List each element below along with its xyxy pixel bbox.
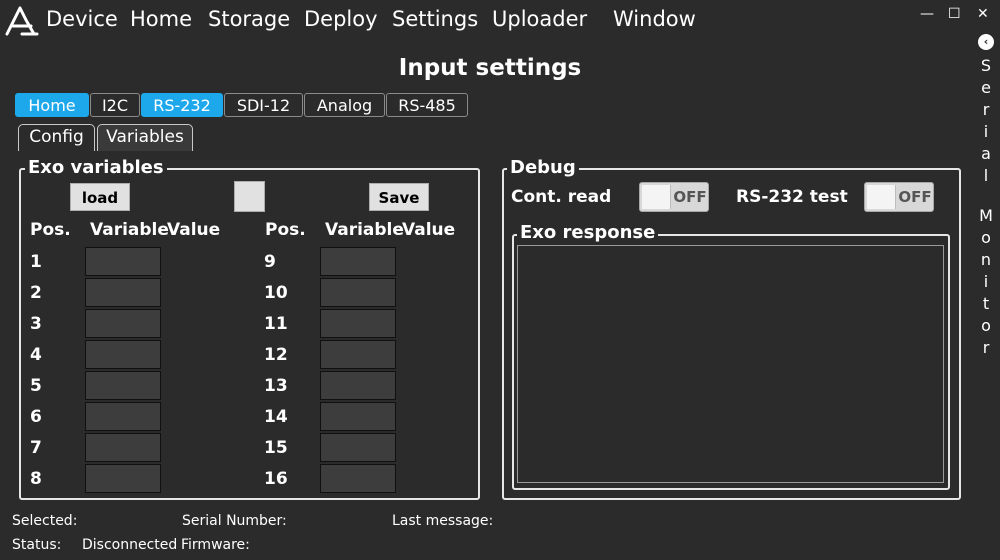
menu-storage[interactable]: Storage: [208, 7, 290, 31]
serial-monitor-letter: i: [983, 272, 989, 291]
menu-settings[interactable]: Settings: [392, 7, 478, 31]
position-number: 11: [264, 314, 288, 334]
serial-monitor-letter: r: [982, 338, 990, 357]
serial-monitor-letter: a: [981, 144, 991, 163]
cont-read-toggle[interactable]: OFF: [639, 182, 709, 212]
toggle-knob: [867, 185, 896, 209]
col-pos-header: Pos.: [265, 220, 306, 240]
status-value: Disconnected: [82, 537, 178, 553]
rs232-test-toggle[interactable]: OFF: [864, 182, 934, 212]
col-variable-header: Variable: [90, 220, 169, 240]
save-button[interactable]: Save: [369, 183, 429, 211]
toggle-knob: [642, 185, 671, 209]
variable-field[interactable]: [320, 371, 396, 400]
exo-response-output[interactable]: [517, 245, 944, 483]
tab-home[interactable]: Home: [15, 93, 89, 117]
tab-rs485[interactable]: RS-485: [386, 93, 468, 117]
cont-read-label: Cont. read: [511, 187, 612, 207]
serial-monitor-letter: i: [983, 122, 989, 141]
selected-label: Selected:: [12, 513, 78, 529]
serial-monitor-letter: M: [979, 206, 993, 225]
tab-i2c[interactable]: I2C: [90, 93, 140, 117]
last-message-label: Last message:: [392, 513, 494, 529]
exo-variables-title: Exo variables: [25, 157, 167, 178]
position-number: 12: [264, 345, 288, 365]
position-number: 14: [264, 407, 288, 427]
variable-field[interactable]: [320, 247, 396, 276]
position-number: 16: [264, 469, 288, 489]
variable-field[interactable]: [320, 278, 396, 307]
variable-field[interactable]: [85, 433, 161, 462]
col-value-header: Value: [167, 220, 221, 240]
position-number: 13: [264, 376, 288, 396]
tab-analog[interactable]: Analog: [304, 93, 385, 117]
chevron-left-icon[interactable]: ‹: [978, 34, 994, 50]
serial-monitor-letter: o: [981, 228, 991, 247]
variable-field[interactable]: [85, 309, 161, 338]
position-number: 1: [30, 252, 42, 272]
position-number: 9: [264, 252, 276, 272]
debug-title: Debug: [507, 157, 579, 178]
menu-window[interactable]: Window: [613, 7, 696, 31]
serial-monitor-letter: t: [982, 294, 990, 313]
blank-button[interactable]: [234, 181, 265, 212]
toggle-state: OFF: [898, 188, 932, 206]
minimize-icon[interactable]: —: [920, 6, 934, 22]
app-logo: [5, 6, 39, 36]
variable-field[interactable]: [320, 340, 396, 369]
variable-field[interactable]: [85, 402, 161, 431]
position-number: 4: [30, 345, 42, 365]
variable-field[interactable]: [320, 402, 396, 431]
variable-field[interactable]: [85, 464, 161, 493]
position-number: 7: [30, 438, 42, 458]
serial-monitor-letter: o: [981, 316, 991, 335]
page-title: Input settings: [398, 55, 582, 81]
firmware-label: Firmware:: [181, 537, 250, 553]
status-label: Status:: [12, 537, 62, 553]
col-value-header: Value: [402, 220, 456, 240]
variable-field[interactable]: [85, 278, 161, 307]
load-button[interactable]: load: [70, 183, 130, 211]
variable-field[interactable]: [85, 371, 161, 400]
rs232-test-label: RS-232 test: [736, 187, 848, 207]
variable-field[interactable]: [85, 340, 161, 369]
tab-rs232[interactable]: RS-232: [141, 93, 223, 117]
variable-field[interactable]: [320, 433, 396, 462]
subtab-variables[interactable]: Variables: [97, 124, 193, 151]
col-pos-header: Pos.: [30, 220, 71, 240]
position-number: 6: [30, 407, 42, 427]
col-variable-header: Variable: [325, 220, 404, 240]
tab-sdi12[interactable]: SDI-12: [224, 93, 303, 117]
variable-field[interactable]: [85, 247, 161, 276]
position-number: 10: [264, 283, 288, 303]
toggle-state: OFF: [673, 188, 707, 206]
subtab-config[interactable]: Config: [18, 124, 95, 151]
position-number: 2: [30, 283, 42, 303]
serial-monitor-letter: n: [980, 250, 992, 269]
serial-monitor-letter: l: [983, 166, 989, 185]
position-number: 3: [30, 314, 42, 334]
maximize-icon[interactable]: ☐: [948, 6, 961, 22]
menu-deploy[interactable]: Deploy: [304, 7, 378, 31]
exo-response-title: Exo response: [517, 222, 659, 243]
menu-uploader[interactable]: Uploader: [492, 7, 587, 31]
position-number: 8: [30, 469, 42, 489]
variable-field[interactable]: [320, 464, 396, 493]
close-icon[interactable]: ✕: [977, 6, 989, 22]
menu-device[interactable]: Device: [46, 7, 118, 31]
variable-field[interactable]: [320, 309, 396, 338]
serial-number-label: Serial Number:: [182, 513, 287, 529]
menu-home[interactable]: Home: [130, 7, 192, 31]
position-number: 15: [264, 438, 288, 458]
serial-monitor-letter: r: [982, 100, 990, 119]
position-number: 5: [30, 376, 42, 396]
